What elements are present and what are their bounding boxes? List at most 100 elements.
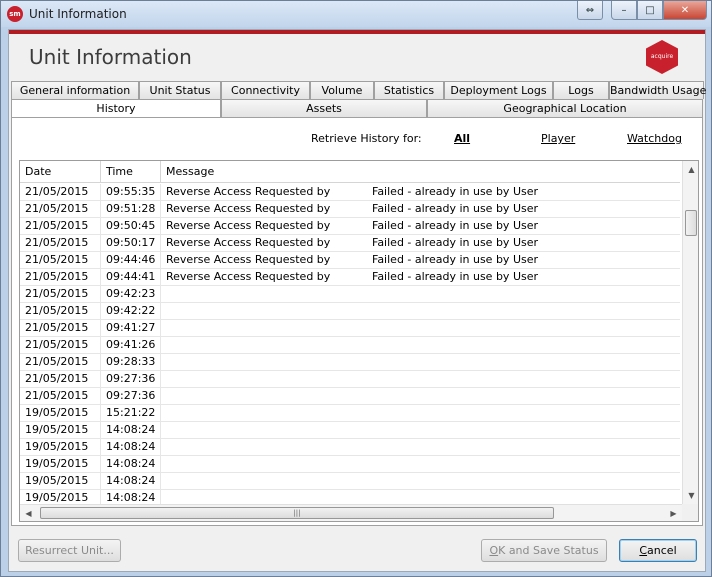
horizontal-scroll-thumb[interactable]: ||| <box>40 507 554 519</box>
tab-history[interactable]: History <box>11 99 221 119</box>
message-action: Reverse Access Requested by <box>166 270 331 283</box>
cell-date: 21/05/2015 <box>20 320 101 336</box>
table-row[interactable]: 19/05/2015 14:08:24 <box>20 422 680 439</box>
cell-message: Reverse Access Requested by Failed - alre… <box>161 218 680 234</box>
cell-time: 09:28:33 <box>101 354 161 370</box>
cell-time: 15:21:22 <box>101 405 161 421</box>
table-row[interactable]: 21/05/2015 09:42:22 <box>20 303 680 320</box>
cell-message <box>161 286 680 302</box>
cell-time: 14:08:24 <box>101 439 161 455</box>
cell-time: 09:41:27 <box>101 320 161 336</box>
table-row[interactable]: 21/05/2015 09:51:28 Reverse Access Request… <box>20 201 680 218</box>
cell-time: 09:44:46 <box>101 252 161 268</box>
tab-bandwidth-usage[interactable]: Bandwidth Usage <box>609 81 706 99</box>
table-row[interactable]: 19/05/2015 14:08:24 <box>20 456 680 473</box>
close-button[interactable]: ✕ <box>663 1 707 20</box>
resurrect-unit-button[interactable]: Resurrect Unit... <box>18 539 121 562</box>
message-result: Failed - already in use by User <box>372 219 539 232</box>
message-action: Reverse Access Requested by <box>166 236 331 249</box>
table-row[interactable]: 21/05/2015 09:44:46 Reverse Access Request… <box>20 252 680 269</box>
cell-date: 19/05/2015 <box>20 456 101 472</box>
vertical-scroll-thumb[interactable] <box>685 210 697 236</box>
cell-message: Reverse Access Requested by Failed - alre… <box>161 235 680 251</box>
scroll-up-icon[interactable]: ▲ <box>683 161 698 178</box>
horizontal-scrollbar[interactable]: ◀ ||| ▶ <box>20 504 682 521</box>
cell-date: 21/05/2015 <box>20 303 101 319</box>
message-action: Reverse Access Requested by <box>166 185 331 198</box>
cell-message <box>161 337 680 353</box>
table-row[interactable]: 19/05/2015 15:21:22 <box>20 405 680 422</box>
message-action: Reverse Access Requested by <box>166 253 331 266</box>
cell-date: 21/05/2015 <box>20 354 101 370</box>
message-action <box>166 422 372 438</box>
filter-all-link[interactable]: All <box>454 132 470 145</box>
table-row[interactable]: 21/05/2015 09:44:41 Reverse Access Request… <box>20 269 680 286</box>
column-header-message[interactable]: Message <box>161 161 680 183</box>
ok-mnemonic: O <box>489 544 499 557</box>
cell-date: 21/05/2015 <box>20 218 101 234</box>
message-action <box>166 456 372 472</box>
cell-date: 19/05/2015 <box>20 473 101 489</box>
vertical-scrollbar[interactable]: ▲ ▼ <box>682 161 698 504</box>
retrieve-history-label: Retrieve History for: <box>311 132 422 145</box>
cell-date: 21/05/2015 <box>20 371 101 387</box>
table-row[interactable]: 21/05/2015 09:28:33 <box>20 354 680 371</box>
table-row[interactable]: 21/05/2015 09:42:23 <box>20 286 680 303</box>
table-row[interactable]: 21/05/2015 09:55:35 Reverse Access Request… <box>20 184 680 201</box>
cell-time: 09:50:45 <box>101 218 161 234</box>
ok-and-save-status-button[interactable]: OK and Save Status <box>481 539 607 562</box>
cell-message: Reverse Access Requested by Failed - alre… <box>161 184 680 200</box>
filter-watchdog-link[interactable]: Watchdog <box>627 132 682 145</box>
minimize-button[interactable]: – <box>611 1 637 20</box>
message-action <box>166 439 372 455</box>
table-row[interactable]: 21/05/2015 09:50:45 Reverse Access Request… <box>20 218 680 235</box>
tab-assets[interactable]: Assets <box>221 99 427 117</box>
column-header-date[interactable]: Date <box>20 161 101 183</box>
tab-logs[interactable]: Logs <box>553 81 609 99</box>
message-result: Failed - already in use by User <box>372 202 539 215</box>
table-row[interactable]: 19/05/2015 14:08:24 <box>20 473 680 490</box>
tab-statistics[interactable]: Statistics <box>374 81 444 99</box>
grid-rows: 21/05/2015 09:55:35 Reverse Access Request… <box>20 184 680 507</box>
tab-volume[interactable]: Volume <box>310 81 374 99</box>
table-row[interactable]: 21/05/2015 09:41:27 <box>20 320 680 337</box>
tab-geographical-location[interactable]: Geographical Location <box>427 99 703 117</box>
swap-icon[interactable]: ⇔ <box>577 1 603 20</box>
scroll-down-icon[interactable]: ▼ <box>683 487 698 504</box>
message-action: Reverse Access Requested by <box>166 219 331 232</box>
cancel-button[interactable]: Cancel <box>619 539 697 562</box>
table-row[interactable]: 19/05/2015 14:08:24 <box>20 439 680 456</box>
table-row[interactable]: 21/05/2015 09:27:36 <box>20 371 680 388</box>
accent-divider <box>9 30 705 34</box>
cell-message <box>161 371 680 387</box>
tab-deployment-logs[interactable]: Deployment Logs <box>444 81 553 99</box>
cell-time: 14:08:24 <box>101 473 161 489</box>
cell-message <box>161 456 680 472</box>
table-row[interactable]: 21/05/2015 09:50:17 Reverse Access Request… <box>20 235 680 252</box>
scroll-left-icon[interactable]: ◀ <box>20 505 37 521</box>
cell-date: 21/05/2015 <box>20 184 101 200</box>
cell-message <box>161 405 680 421</box>
table-row[interactable]: 21/05/2015 09:41:26 <box>20 337 680 354</box>
cell-message: Reverse Access Requested by Failed - alre… <box>161 269 680 285</box>
tab-general-information[interactable]: General information <box>11 81 139 99</box>
message-action <box>166 303 372 319</box>
maximize-button[interactable]: □ <box>637 1 663 20</box>
cell-date: 21/05/2015 <box>20 337 101 353</box>
filter-player-link[interactable]: Player <box>541 132 575 145</box>
table-row[interactable]: 21/05/2015 09:27:36 <box>20 388 680 405</box>
cell-message <box>161 439 680 455</box>
tab-row-top: General information Unit Status Connectivi… <box>11 81 706 99</box>
grid-header: Date Time Message <box>20 161 680 183</box>
tab-connectivity[interactable]: Connectivity <box>221 81 310 99</box>
cell-message <box>161 320 680 336</box>
cell-time: 09:50:17 <box>101 235 161 251</box>
cancel-label-rest: ancel <box>647 544 677 557</box>
scroll-right-icon[interactable]: ▶ <box>665 505 682 521</box>
title-bar[interactable]: sm Unit Information ⇔ – □ ✕ <box>1 1 711 27</box>
history-grid[interactable]: Date Time Message 21/05/2015 09:55:35 Reve… <box>19 160 699 522</box>
column-header-time[interactable]: Time <box>101 161 161 183</box>
message-action <box>166 388 372 404</box>
cell-date: 21/05/2015 <box>20 252 101 268</box>
tab-unit-status[interactable]: Unit Status <box>139 81 221 99</box>
